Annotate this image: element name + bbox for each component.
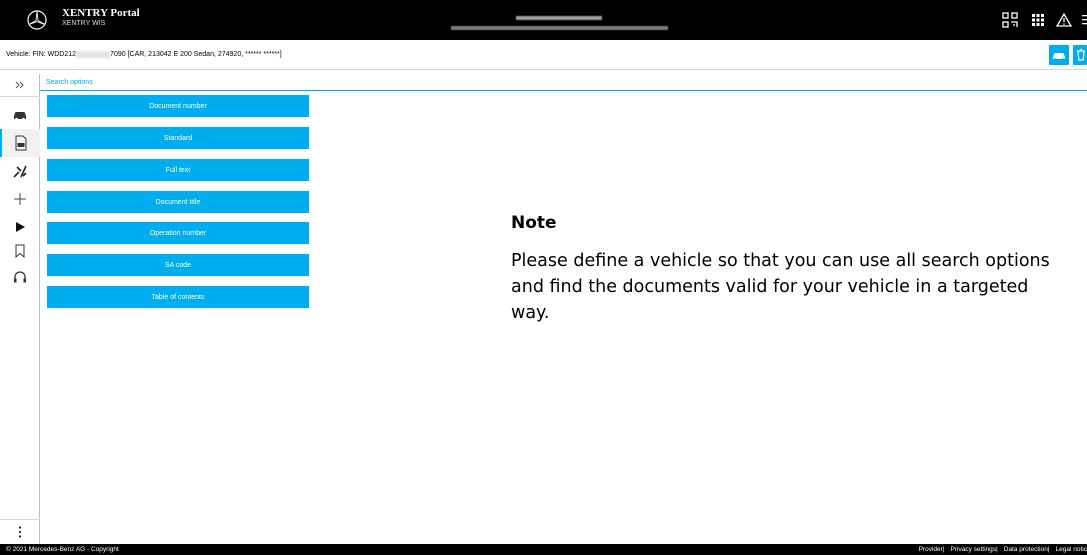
- footer-links: Provider| Privacy settings| Data protectio…: [919, 544, 1087, 555]
- redacted-header-line-1: [516, 16, 602, 20]
- wis-document-icon: [15, 135, 27, 151]
- vehicle-fin-suffix: 7090 [CAR, 213042 E 200 Sedan, 274920, *…: [110, 51, 282, 58]
- option-document-number-button[interactable]: Document number: [47, 95, 309, 117]
- footer-link-legal-notice[interactable]: Legal notic: [1056, 546, 1087, 553]
- note-body: Please define a vehicle so that you can …: [511, 251, 1050, 323]
- tools-icon: [13, 165, 27, 178]
- vehicle-fin-prefix: FIN: WDD212: [32, 51, 77, 58]
- footer-link-provider[interactable]: Provider: [919, 546, 943, 553]
- car-icon: [14, 112, 26, 121]
- trash-icon: [1077, 48, 1085, 61]
- play-icon: [16, 222, 25, 232]
- brand: XENTRY Portal XENTRY WIS: [62, 7, 140, 29]
- warning-icon[interactable]: [1056, 12, 1072, 28]
- option-full-text-button[interactable]: Full text: [47, 159, 309, 181]
- footer-separator: |: [996, 546, 998, 553]
- sidebar-item-support[interactable]: [0, 264, 40, 292]
- mercedes-star-logo-icon[interactable]: [27, 10, 47, 30]
- footer-separator: |: [942, 546, 945, 553]
- footer-link-privacy-settings[interactable]: Privacy settings: [951, 546, 997, 553]
- headset-icon: [14, 271, 26, 283]
- note-title: Note: [511, 213, 557, 233]
- sidebar-more-button[interactable]: [0, 519, 40, 544]
- sidebar-item-bookmarks[interactable]: [0, 237, 40, 265]
- footer-separator: |: [1047, 546, 1050, 553]
- search-options-header: Search options: [40, 74, 1087, 91]
- delete-vehicle-button[interactable]: [1073, 45, 1087, 65]
- brand-title: XENTRY Portal: [62, 7, 140, 19]
- option-sa-code-button[interactable]: SA code: [47, 254, 309, 276]
- sidebar-divider: [0, 96, 40, 97]
- sidebar-item-add[interactable]: [0, 185, 40, 213]
- footer: © 2021 Mercedes-Benz AG - Copyright Prov…: [0, 544, 1087, 555]
- car-icon: [1053, 53, 1065, 61]
- search-options-title: Search options: [46, 79, 93, 86]
- vehicle-label: Vehicle:: [6, 51, 31, 58]
- option-table-of-contents-button[interactable]: Table of contents: [47, 286, 309, 308]
- option-document-title-button[interactable]: Document title: [47, 191, 309, 213]
- footer-link-data-protection[interactable]: Data protection: [1004, 546, 1048, 553]
- expand-sidebar-button[interactable]: [0, 74, 40, 96]
- plus-icon: [14, 193, 26, 205]
- left-sidebar: [0, 74, 40, 544]
- redacted-header-line-2: [451, 26, 668, 30]
- vehicle-select-button[interactable]: [1049, 45, 1069, 65]
- qr-scan-icon[interactable]: [1002, 12, 1018, 28]
- brand-subtitle: XENTRY WIS: [62, 20, 106, 27]
- sidebar-item-diagnosis[interactable]: [0, 157, 40, 185]
- vehicle-info: Vehicle: FIN: WDD212 7090 [CAR, 213042 E …: [6, 50, 282, 60]
- copyright-link[interactable]: © 2021 Mercedes-Benz AG - Copyright: [6, 544, 119, 555]
- more-vertical-icon: [18, 526, 22, 538]
- redacted-fin: [76, 50, 111, 58]
- menu-icon[interactable]: [1080, 12, 1087, 28]
- app-grid-icon[interactable]: [1030, 12, 1046, 28]
- option-operation-number-button[interactable]: Operation number: [47, 222, 309, 244]
- option-standard-button[interactable]: Standard: [47, 127, 309, 149]
- bookmark-icon: [15, 244, 25, 258]
- vehicle-bar: Vehicle: FIN: WDD212 7090 [CAR, 213042 E …: [0, 40, 1087, 70]
- sidebar-item-wis[interactable]: [0, 129, 40, 157]
- top-header: XENTRY Portal XENTRY WIS: [0, 0, 1087, 40]
- sidebar-item-vehicle[interactable]: [0, 101, 40, 129]
- double-chevron-right-icon: [15, 81, 24, 89]
